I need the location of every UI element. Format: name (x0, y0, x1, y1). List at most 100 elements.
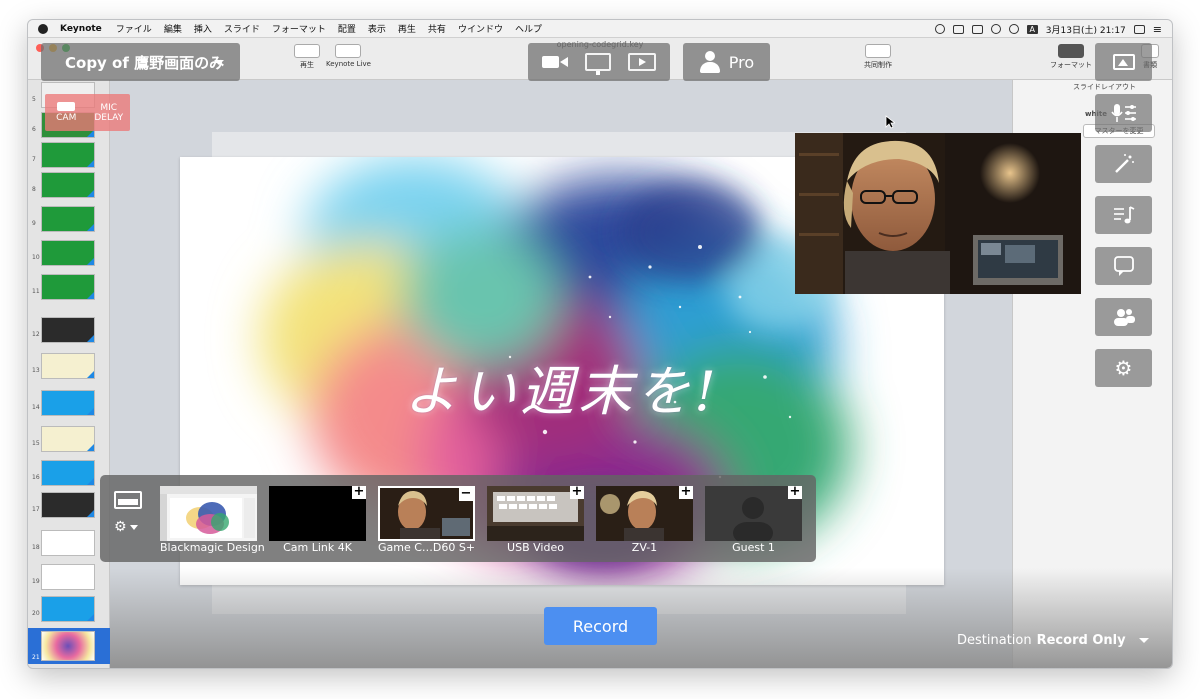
settings-button[interactable]: ⚙ (1095, 349, 1152, 387)
camera-pip[interactable] (795, 133, 1081, 294)
source-guest-1[interactable]: + (705, 486, 802, 541)
cam-mic-delay-toggle[interactable]: CAM MIC DELAY (45, 94, 130, 131)
format-brush-icon (1058, 44, 1084, 58)
menu-arrange[interactable]: 配置 (338, 22, 356, 35)
wifi-icon[interactable] (1008, 24, 1019, 34)
menubar-datetime[interactable]: 3月13日(土) 21:17 (1046, 23, 1126, 36)
slide-thumb-12[interactable]: 12 (28, 317, 110, 343)
slide-number: 18 (32, 544, 40, 551)
play-button[interactable]: 再生 (294, 44, 320, 70)
menu-share[interactable]: 共有 (428, 22, 446, 35)
screen-share-icon[interactable] (584, 53, 611, 75)
menu-list-icon[interactable]: ≡ (1153, 23, 1162, 36)
format-button[interactable]: フォーマット (1050, 44, 1092, 70)
video-playback-icon[interactable] (627, 53, 656, 71)
mouse-cursor-icon (885, 115, 895, 129)
status-display-icon[interactable] (952, 24, 964, 34)
menu-slide[interactable]: スライド (224, 22, 260, 35)
slide-number: 9 (32, 220, 36, 227)
slide-thumb-14[interactable]: 14 (28, 390, 110, 416)
mode-selector (528, 43, 670, 81)
destination-prefix: Destination (957, 633, 1032, 648)
menu-file[interactable]: ファイル (116, 22, 152, 35)
slide-thumbnail (41, 317, 95, 343)
slide-thumb-10[interactable]: 10 (28, 240, 110, 266)
slide-thumb-7[interactable]: 7 (28, 142, 110, 168)
scene-selector[interactable]: Copy of 鷹野画面のみ (41, 43, 240, 81)
airplay-icon[interactable] (1133, 24, 1145, 34)
slide-thumb-15[interactable]: 15 (28, 426, 110, 452)
slide-thumb-19[interactable]: 19 (28, 564, 110, 590)
add-source-icon[interactable]: + (788, 486, 802, 499)
menu-view[interactable]: 表示 (368, 22, 386, 35)
slide-thumbnail (41, 172, 95, 198)
mic-delay-toggle[interactable]: MIC DELAY (88, 94, 131, 131)
magic-wand-icon (1114, 154, 1134, 173)
menu-app-name[interactable]: Keynote (60, 24, 102, 34)
slide-thumbnail (41, 564, 95, 590)
slide-navigator[interactable]: 5 6 7 8 9 10 11 12 13 14 15 16 17 18 19 … (28, 80, 110, 668)
source-tag[interactable] (243, 486, 257, 499)
collaborate-label: 共同制作 (864, 61, 892, 69)
source-zv-1[interactable]: + (596, 486, 693, 541)
status-circle-icon[interactable] (934, 24, 945, 34)
record-button[interactable]: Record (544, 607, 657, 645)
pro-button[interactable]: Pro (683, 43, 770, 81)
slide-thumb-8[interactable]: 8 (28, 172, 110, 198)
source-usb-video[interactable]: + (487, 486, 584, 541)
menu-bar: Keynote ファイル 編集 挿入 スライド フォーマット 配置 表示 再生 … (28, 20, 1172, 38)
slide-number: 5 (32, 96, 36, 103)
source-label: ZV-1 (631, 541, 658, 554)
slide-thumb-20[interactable]: 20 (28, 596, 110, 622)
audio-mixer-button[interactable] (1095, 94, 1152, 132)
image-overlay-button[interactable] (1095, 43, 1152, 81)
destination-selector[interactable]: Destination Record Only (957, 633, 1149, 648)
status-volume-icon[interactable] (990, 24, 1001, 34)
slide-thumb-11[interactable]: 11 (28, 274, 110, 300)
keynote-live-button[interactable]: Keynote Live (326, 44, 371, 68)
scene-title: Copy of 鷹野画面のみ (65, 53, 225, 72)
comments-button[interactable] (1095, 247, 1152, 285)
layout-icon[interactable] (114, 491, 142, 509)
slide-thumb-9[interactable]: 9 (28, 206, 110, 232)
add-source-icon[interactable]: + (352, 486, 366, 499)
camera-mode-icon[interactable] (542, 55, 569, 69)
menu-edit[interactable]: 編集 (164, 22, 182, 35)
add-source-icon[interactable]: + (679, 486, 693, 499)
input-method-icon[interactable]: A (1026, 24, 1038, 34)
slide-thumb-13[interactable]: 13 (28, 353, 110, 379)
tray-settings[interactable]: ⚙ (114, 519, 150, 535)
menu-help[interactable]: ヘルプ (515, 22, 542, 35)
menu-insert[interactable]: 挿入 (194, 22, 212, 35)
source-cam-link-4k[interactable]: + (269, 486, 366, 541)
chevron-down-icon (214, 60, 224, 65)
slide-thumb-16[interactable]: 16 (28, 460, 110, 486)
collaborate-button[interactable]: 共同制作 (864, 44, 892, 70)
slide-thumb-21[interactable]: 21 (28, 628, 110, 664)
add-source-icon[interactable]: + (570, 486, 584, 499)
source-label: USB Video (507, 541, 564, 554)
slide-thumbnail (41, 631, 95, 661)
pro-label: Pro (728, 52, 755, 72)
menu-play[interactable]: 再生 (398, 22, 416, 35)
slide-number: 7 (32, 156, 36, 163)
menu-format[interactable]: フォーマット (272, 22, 326, 35)
source-game-capture[interactable]: − (378, 486, 475, 541)
remove-source-icon[interactable]: − (459, 488, 473, 501)
guests-button[interactable] (1095, 298, 1152, 336)
status-cast-icon[interactable] (971, 24, 983, 34)
people-icon (1113, 309, 1135, 326)
effects-button[interactable] (1095, 145, 1152, 183)
slide-thumb-18[interactable]: 18 (28, 530, 110, 556)
chevron-down-icon (129, 524, 138, 530)
music-button[interactable] (1095, 196, 1152, 234)
apple-icon[interactable] (38, 23, 48, 34)
menu-window[interactable]: ウインドウ (458, 22, 503, 35)
keynote-window: Keynote ファイル 編集 挿入 スライド フォーマット 配置 表示 再生 … (28, 20, 1172, 668)
slide-thumbnail (41, 240, 95, 266)
slide-number: 15 (32, 440, 40, 447)
slide-thumb-17[interactable]: 17 (28, 492, 110, 518)
cam-toggle[interactable]: CAM (45, 94, 88, 131)
source-blackmagic-design[interactable] (160, 486, 257, 541)
slide-headline[interactable]: よい週末を! (180, 347, 944, 426)
